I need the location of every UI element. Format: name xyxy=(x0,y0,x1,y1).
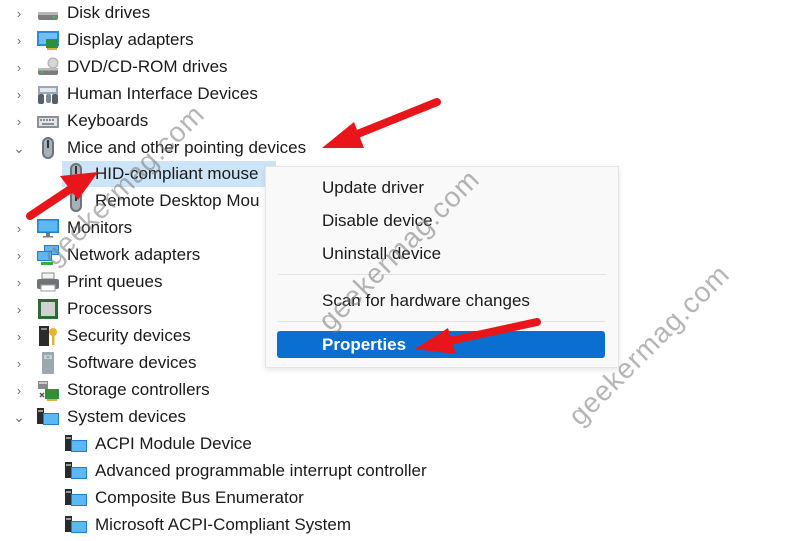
tree-item-mice[interactable]: Mice and other pointing devices xyxy=(36,135,306,161)
menu-separator xyxy=(278,321,606,322)
printer-icon xyxy=(36,271,60,293)
tree-item-storage-controllers[interactable]: Storage controllers xyxy=(36,377,210,403)
menu-item-properties[interactable]: Properties xyxy=(277,331,605,358)
tree-item-dvd-cdrom-drives[interactable]: DVD/CD-ROM drives xyxy=(36,54,228,80)
menu-separator xyxy=(278,274,606,275)
tree-item-label: Disk drives xyxy=(67,3,151,22)
keyboard-icon xyxy=(36,110,60,132)
tree-item-label: ACPI Module Device xyxy=(95,434,252,453)
tree-item-label: System devices xyxy=(67,407,187,426)
tree-item-label: Network adapters xyxy=(67,245,201,264)
expand-chevron-icon[interactable]: › xyxy=(12,108,26,134)
tree-item-security-devices[interactable]: Security devices xyxy=(36,323,191,349)
tree-item-system-devices[interactable]: System devices xyxy=(36,404,186,430)
tree-item-label: Keyboards xyxy=(67,111,149,130)
tree-item-label: Composite Bus Enumerator xyxy=(95,488,304,507)
tree-item-remote-desktop-mouse[interactable]: Remote Desktop Mou xyxy=(64,188,259,214)
expand-chevron-icon[interactable]: › xyxy=(12,242,26,268)
system-device-icon xyxy=(36,406,60,428)
hid-icon xyxy=(36,83,60,105)
tree-item-label: Human Interface Devices xyxy=(67,84,258,103)
tree-item-disk-drives[interactable]: Disk drives xyxy=(36,0,150,26)
mouse-icon xyxy=(64,190,88,212)
tree-item-label: Monitors xyxy=(67,218,133,237)
system-device-icon xyxy=(64,460,88,482)
system-device-icon xyxy=(64,514,88,536)
collapse-chevron-icon[interactable]: ⌄ xyxy=(12,404,26,430)
tree-item-label: Mice and other pointing devices xyxy=(67,138,307,157)
menu-item-uninstall-device[interactable]: Uninstall device xyxy=(322,244,441,264)
storage-controller-icon xyxy=(36,379,60,401)
tree-item-network-adapters[interactable]: Network adapters xyxy=(36,242,200,268)
mouse-icon xyxy=(36,137,60,159)
network-adapter-icon xyxy=(36,244,60,266)
tree-item-label: Security devices xyxy=(67,326,191,345)
tree-item-monitors[interactable]: Monitors xyxy=(36,215,132,241)
software-device-icon xyxy=(36,352,60,374)
expand-chevron-icon[interactable]: › xyxy=(12,0,26,26)
expand-chevron-icon[interactable]: › xyxy=(12,215,26,241)
tree-item-label: Storage controllers xyxy=(67,380,210,399)
display-adapter-icon xyxy=(36,29,60,51)
security-device-icon xyxy=(36,325,60,347)
tree-item-display-adapters[interactable]: Display adapters xyxy=(36,27,194,53)
tree-item-label: Processors xyxy=(67,299,153,318)
expand-chevron-icon[interactable]: › xyxy=(12,296,26,322)
tree-item-hid-compliant-mouse[interactable]: HID-compliant mouse xyxy=(62,161,276,187)
tree-item-human-interface-devices[interactable]: Human Interface Devices xyxy=(36,81,258,107)
expand-chevron-icon[interactable]: › xyxy=(12,81,26,107)
dvd-drive-icon xyxy=(36,56,60,78)
tree-item-print-queues[interactable]: Print queues xyxy=(36,269,162,295)
expand-chevron-icon[interactable]: › xyxy=(12,377,26,403)
tree-item-label: DVD/CD-ROM drives xyxy=(67,57,228,76)
tree-item-composite-bus-enumerator[interactable]: Composite Bus Enumerator xyxy=(64,485,304,511)
processor-icon xyxy=(36,298,60,320)
system-device-icon xyxy=(64,487,88,509)
context-menu: Update driver Disable device Uninstall d… xyxy=(265,166,619,368)
tree-item-processors[interactable]: Processors xyxy=(36,296,152,322)
menu-item-disable-device[interactable]: Disable device xyxy=(322,211,433,231)
tree-item-keyboards[interactable]: Keyboards xyxy=(36,108,148,134)
tree-item-acpi-module-device[interactable]: ACPI Module Device xyxy=(64,431,252,457)
expand-chevron-icon[interactable]: › xyxy=(12,269,26,295)
disk-drive-icon xyxy=(36,2,60,24)
collapse-chevron-icon[interactable]: ⌄ xyxy=(12,135,26,161)
tree-item-software-devices[interactable]: Software devices xyxy=(36,350,196,376)
tree-item-label: Display adapters xyxy=(67,30,194,49)
tree-item-label: Microsoft ACPI-Compliant System xyxy=(95,515,352,534)
tree-item-acpi-compliant-system[interactable]: Microsoft ACPI-Compliant System xyxy=(64,512,351,538)
expand-chevron-icon[interactable]: › xyxy=(12,350,26,376)
tree-item-label: Remote Desktop Mou xyxy=(95,191,260,210)
tree-item-label: Software devices xyxy=(67,353,197,372)
tree-item-label: HID-compliant mouse xyxy=(95,164,259,183)
expand-chevron-icon[interactable]: › xyxy=(12,27,26,53)
system-device-icon xyxy=(64,433,88,455)
tree-item-label: Advanced programmable interrupt controll… xyxy=(95,461,427,480)
mouse-icon xyxy=(64,163,88,185)
menu-item-update-driver[interactable]: Update driver xyxy=(322,178,424,198)
monitor-icon xyxy=(36,217,60,239)
menu-item-scan-hardware-changes[interactable]: Scan for hardware changes xyxy=(322,291,530,311)
tree-item-label: Print queues xyxy=(67,272,163,291)
menu-item-label: Properties xyxy=(322,335,407,354)
tree-item-apic[interactable]: Advanced programmable interrupt controll… xyxy=(64,458,427,484)
expand-chevron-icon[interactable]: › xyxy=(12,323,26,349)
expand-chevron-icon[interactable]: › xyxy=(12,54,26,80)
red-arrow-icon xyxy=(322,98,441,148)
